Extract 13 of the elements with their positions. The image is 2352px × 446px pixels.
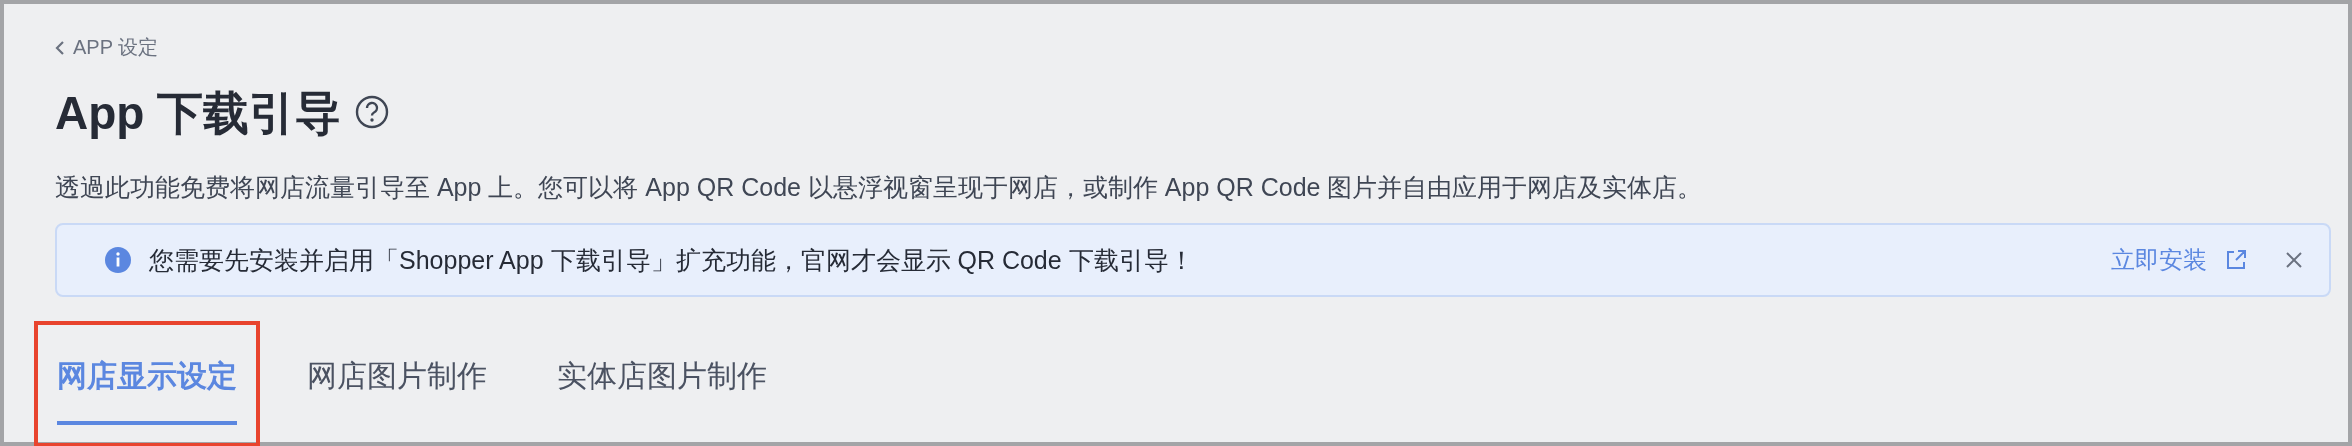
page-title: App 下载引导 [55, 86, 342, 141]
back-link[interactable]: APP 设定 [55, 34, 159, 61]
notice-message: 您需要先安装并启用「Shopper App 下载引导」扩充功能，官网才会显示 QR Code 下载引导！ [149, 244, 1195, 276]
info-icon [105, 247, 131, 273]
close-icon [2285, 251, 2303, 269]
tab[interactable]: 网店显示设定 [57, 325, 237, 425]
back-chevron-icon [55, 39, 65, 56]
install-link[interactable]: 立即安装 [2111, 244, 2247, 276]
external-link-icon [2225, 249, 2247, 271]
page-description: 透過此功能免费将网店流量引导至 App 上。您可以将 App QR Code 以悬浮视窗呈现于网店，或制作 App QR Code 图片并自由应用于网店及实体店。 [55, 172, 1704, 203]
help-icon[interactable] [355, 95, 390, 129]
tab[interactable]: 实体店图片制作 [557, 325, 767, 425]
tab[interactable]: 网店图片制作 [307, 325, 487, 425]
